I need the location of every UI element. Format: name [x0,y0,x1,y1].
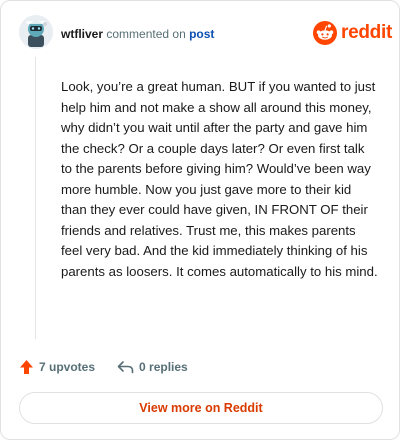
reply-count: 0 replies [139,360,188,374]
replies-button[interactable]: 0 replies [117,360,188,374]
comment-body: Look, you’re a great human. BUT if you w… [61,79,378,279]
username-link[interactable]: wtfliver [61,27,103,41]
thread-line [35,57,36,339]
reddit-snoo-icon [313,21,337,45]
comment-actions: 7 upvotes 0 replies [19,359,188,375]
upvote-count: 7 upvotes [39,360,96,374]
commented-on-text: commented on [106,27,186,41]
reddit-logo[interactable]: reddit [313,21,392,45]
view-more-button[interactable]: View more on Reddit [19,392,383,424]
reddit-wordmark: reddit [341,22,392,43]
snoo-avatar-icon [19,15,53,49]
post-link[interactable]: post [189,27,214,41]
reply-arrow-icon [117,361,134,374]
upvote-arrow-icon [20,360,33,374]
comment-header: wtfliver commented on post [61,27,214,41]
embedded-comment-card: wtfliver commented on post reddit Look, … [0,0,400,440]
upvote-button[interactable]: 7 upvotes [19,359,95,375]
user-avatar[interactable] [19,15,53,49]
